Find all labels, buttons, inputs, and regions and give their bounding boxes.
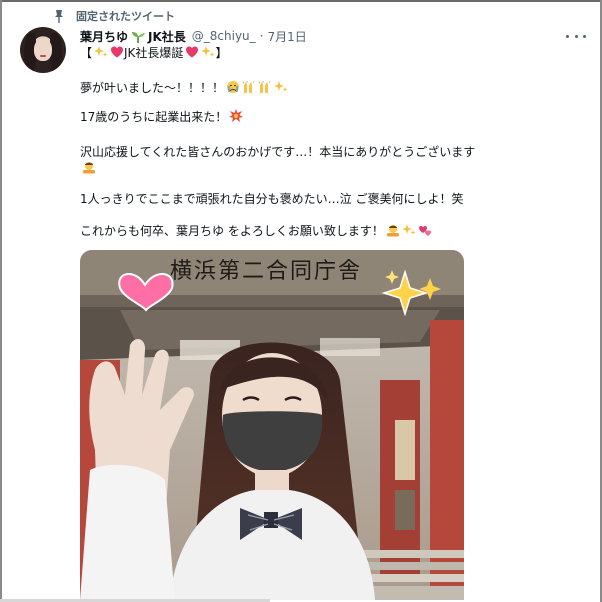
bowing-person-icon xyxy=(82,160,96,174)
pinned-label-text: 固定されたツイート xyxy=(76,10,175,23)
tweet-media-photo[interactable]: 横浜第二合同庁舎 xyxy=(80,250,464,600)
line-thanks-text: 沢山応援してくれた皆さんのおかげです…！本当にありがとうございます xyxy=(80,145,476,159)
author-name[interactable]: 葉月ちゆ JK社長 xyxy=(80,28,186,45)
line-closing-text: これからも何卒、葉月ちゆ をよろしくお願い致します！ xyxy=(80,224,384,238)
tweet-text-line-4-emoji xyxy=(80,159,96,177)
tweet-text-line-2: 夢が叶いました〜！！！！ xyxy=(80,79,288,97)
pin-icon xyxy=(52,9,66,23)
pinned-tweet-label: 固定されたツイート xyxy=(52,8,175,24)
bracket-open: 【 xyxy=(80,46,93,60)
line-self-praise-text: 1人っきりでここまで頑張れた自分も褒めたい…泣 ご褒美何にしよ！笑 xyxy=(80,192,464,206)
sparkles-icon xyxy=(201,45,215,59)
bracket-close: 】 xyxy=(215,46,228,60)
tweet-date[interactable]: 7月1日 xyxy=(268,28,307,45)
author-name-part1: 葉月ちゆ xyxy=(80,29,129,44)
window-frame-left xyxy=(0,0,2,602)
crying-face-icon xyxy=(226,80,240,94)
headline-text: JK社長爆誕 xyxy=(124,46,184,60)
window-frame-top xyxy=(0,0,602,2)
tweet-text-line-1: 【 JK社長爆誕 】 xyxy=(80,44,227,62)
two-hearts-icon xyxy=(418,223,432,237)
more-icon[interactable] xyxy=(566,30,586,42)
tweet-text-line-5: 1人っきりでここまで頑張れた自分も褒めたい…泣 ご褒美何にしよ！笑 xyxy=(80,190,463,208)
bowing-person-icon xyxy=(386,223,400,237)
heart-icon xyxy=(110,45,124,59)
tweet-text-line-4: 沢山応援してくれた皆さんのおかげです…！本当にありがとうございます xyxy=(80,143,475,161)
author-avatar[interactable] xyxy=(20,27,66,73)
author-name-part2: JK社長 xyxy=(148,29,186,44)
line-dream-text: 夢が叶いました〜！！！！ xyxy=(80,81,225,95)
tweet-text-line-6: これからも何卒、葉月ちゆ をよろしくお願い致します！ xyxy=(80,222,432,240)
tweet-header: 葉月ちゆ JK社長 @_8chiyu_ · 7月1日 xyxy=(80,27,307,45)
tweet-text-line-3: 17歳のうちに起業出来た！ xyxy=(80,108,244,126)
building-sign: 横浜第二合同庁舎 xyxy=(170,259,362,284)
raised-hands-icon xyxy=(242,80,256,94)
raised-hands-icon xyxy=(258,80,272,94)
sparkles-icon xyxy=(401,223,416,237)
header-separator: · xyxy=(259,29,264,43)
sparkles-icon xyxy=(274,80,288,94)
author-handle[interactable]: @_8chiyu_ xyxy=(192,29,256,43)
photo-illustration: 横浜第二合同庁舎 xyxy=(80,250,464,600)
sprout-icon xyxy=(130,30,146,44)
sparkles-icon xyxy=(94,45,108,59)
heart-icon xyxy=(185,45,199,59)
line-founded-text: 17歳のうちに起業出来た！ xyxy=(80,110,228,124)
collision-icon xyxy=(229,109,244,123)
